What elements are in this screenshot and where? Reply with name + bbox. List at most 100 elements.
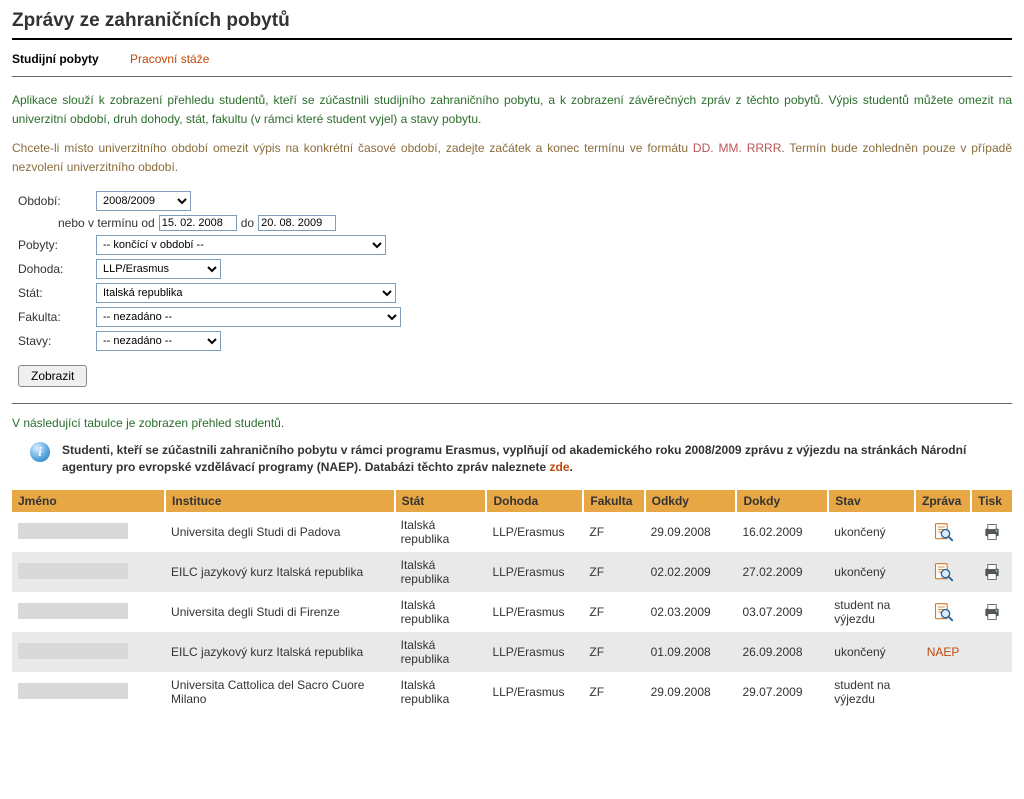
cell-stat: Italská republika	[395, 672, 487, 712]
term-to-label: do	[241, 216, 254, 230]
term-from-input[interactable]	[159, 215, 237, 231]
cell-fakulta: ZF	[583, 632, 644, 672]
dohoda-select[interactable]: LLP/Erasmus	[96, 259, 221, 279]
cell-tisk	[971, 672, 1012, 712]
cell-zprava	[915, 512, 971, 552]
printer-icon[interactable]	[981, 522, 1003, 542]
cell-odkdy: 02.02.2009	[645, 552, 737, 592]
redacted-name	[18, 683, 128, 699]
intro2-a: Chcete-li místo univerzitního období ome…	[12, 141, 693, 155]
note-link[interactable]: zde	[549, 460, 569, 474]
stavy-label: Stavy:	[18, 334, 96, 348]
redacted-name	[18, 523, 128, 539]
magnifier-icon[interactable]	[932, 602, 954, 622]
pobyty-label: Pobyty:	[18, 238, 96, 252]
cell-jmeno	[12, 552, 165, 592]
cell-stav: ukončený	[828, 512, 915, 552]
magnifier-icon[interactable]	[932, 562, 954, 582]
tab-work[interactable]: Pracovní stáže	[130, 52, 209, 66]
cell-fakulta: ZF	[583, 512, 644, 552]
col-zprava: Zpráva	[915, 490, 971, 512]
cell-dokdy: 03.07.2009	[736, 592, 828, 632]
cell-dohoda: LLP/Erasmus	[486, 632, 583, 672]
redacted-name	[18, 603, 128, 619]
table-row: Universita degli Studi di PadovaItalská …	[12, 512, 1012, 552]
fakulta-label: Fakulta:	[18, 310, 96, 324]
cell-odkdy: 02.03.2009	[645, 592, 737, 632]
info-note: i Studenti, kteří se zúčastnili zahranič…	[30, 442, 1012, 476]
stat-select[interactable]: Italská republika	[96, 283, 396, 303]
cell-odkdy: 29.09.2008	[645, 512, 737, 552]
cell-stat: Italská republika	[395, 592, 487, 632]
cell-tisk	[971, 592, 1012, 632]
cell-fakulta: ZF	[583, 672, 644, 712]
cell-odkdy: 01.09.2008	[645, 632, 737, 672]
tab-bar: Studijní pobyty Pracovní stáže	[12, 52, 1012, 66]
col-dohoda: Dohoda	[486, 490, 583, 512]
cell-zprava	[915, 672, 971, 712]
cell-dokdy: 16.02.2009	[736, 512, 828, 552]
cell-jmeno	[12, 672, 165, 712]
col-tisk: Tisk	[971, 490, 1012, 512]
redacted-name	[18, 563, 128, 579]
cell-dokdy: 29.07.2009	[736, 672, 828, 712]
term-from-label: nebo v termínu od	[58, 216, 155, 230]
cell-fakulta: ZF	[583, 592, 644, 632]
table-row: EILC jazykový kurz Italská republikaItal…	[12, 632, 1012, 672]
note-dot: .	[570, 460, 573, 474]
intro-text: Aplikace slouží k zobrazení přehledu stu…	[12, 91, 1012, 129]
separator	[12, 38, 1012, 40]
cell-dohoda: LLP/Erasmus	[486, 672, 583, 712]
pobyty-select[interactable]: -- končící v období --	[96, 235, 386, 255]
stavy-select[interactable]: -- nezadáno --	[96, 331, 221, 351]
cell-dohoda: LLP/Erasmus	[486, 512, 583, 552]
cell-jmeno	[12, 512, 165, 552]
cell-instituce: Universita degli Studi di Padova	[165, 512, 395, 552]
table-row: EILC jazykový kurz Italská republikaItal…	[12, 552, 1012, 592]
filter-form: Období: 2008/2009 nebo v termínu od do P…	[18, 191, 1012, 387]
cell-jmeno	[12, 632, 165, 672]
cell-stav: student na výjezdu	[828, 592, 915, 632]
cell-instituce: Universita Cattolica del Sacro Cuore Mil…	[165, 672, 395, 712]
intro-date-text: Chcete-li místo univerzitního období ome…	[12, 139, 1012, 177]
tab-study[interactable]: Studijní pobyty	[12, 52, 99, 66]
cell-odkdy: 29.09.2008	[645, 672, 737, 712]
stat-label: Stát:	[18, 286, 96, 300]
note-text: Studenti, kteří se zúčastnili zahraniční…	[62, 443, 966, 474]
period-label: Období:	[18, 194, 96, 208]
magnifier-icon[interactable]	[932, 522, 954, 542]
cell-tisk	[971, 512, 1012, 552]
fakulta-select[interactable]: -- nezadáno --	[96, 307, 401, 327]
dohoda-label: Dohoda:	[18, 262, 96, 276]
cell-instituce: Universita degli Studi di Firenze	[165, 592, 395, 632]
period-select[interactable]: 2008/2009	[96, 191, 191, 211]
printer-icon[interactable]	[981, 562, 1003, 582]
col-fakulta: Fakulta	[583, 490, 644, 512]
cell-dohoda: LLP/Erasmus	[486, 592, 583, 632]
printer-icon[interactable]	[981, 602, 1003, 622]
info-icon: i	[30, 442, 50, 462]
cell-stav: ukončený	[828, 552, 915, 592]
cell-stat: Italská republika	[395, 512, 487, 552]
cell-zprava	[915, 552, 971, 592]
cell-stav: student na výjezdu	[828, 672, 915, 712]
col-stat: Stát	[395, 490, 487, 512]
submit-button[interactable]: Zobrazit	[18, 365, 87, 387]
term-to-input[interactable]	[258, 215, 336, 231]
col-jmeno: Jméno	[12, 490, 165, 512]
cell-fakulta: ZF	[583, 552, 644, 592]
col-instituce: Instituce	[165, 490, 395, 512]
cell-jmeno	[12, 592, 165, 632]
separator	[12, 76, 1012, 77]
naep-link[interactable]: NAEP	[927, 645, 960, 659]
cell-instituce: EILC jazykový kurz Italská republika	[165, 552, 395, 592]
cell-dohoda: LLP/Erasmus	[486, 552, 583, 592]
cell-tisk	[971, 632, 1012, 672]
cell-zprava: NAEP	[915, 632, 971, 672]
cell-stat: Italská republika	[395, 552, 487, 592]
cell-instituce: EILC jazykový kurz Italská republika	[165, 632, 395, 672]
redacted-name	[18, 643, 128, 659]
separator	[12, 403, 1012, 404]
date-format: DD. MM. RRRR	[693, 141, 781, 155]
cell-stat: Italská republika	[395, 632, 487, 672]
